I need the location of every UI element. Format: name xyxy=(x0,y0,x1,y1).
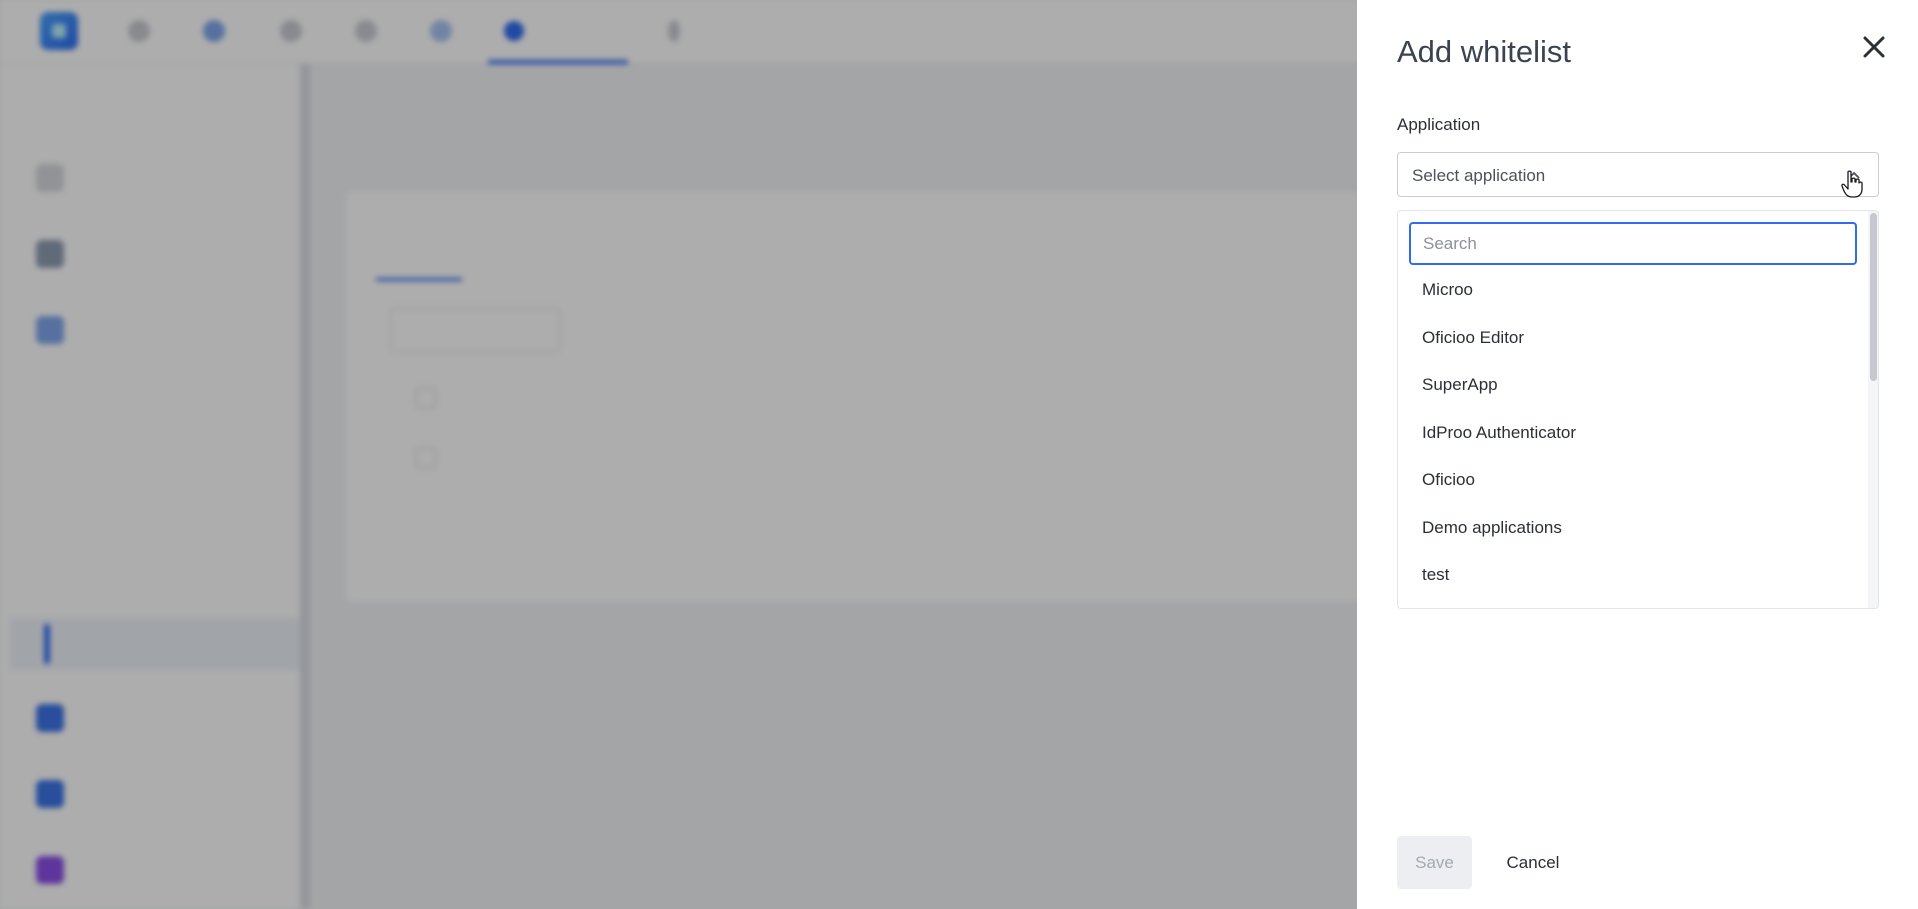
dropdown-option[interactable]: Oficioo xyxy=(1422,470,1475,490)
search-input[interactable] xyxy=(1409,222,1857,265)
dropdown-option[interactable]: Microo xyxy=(1422,280,1473,300)
close-icon xyxy=(1863,36,1885,58)
save-button[interactable]: Save xyxy=(1397,836,1472,889)
hand-cursor-icon xyxy=(1841,170,1863,198)
dropdown-option[interactable]: Demo applications xyxy=(1422,518,1562,538)
dropdown-option[interactable]: IdProo Authenticator xyxy=(1422,423,1576,443)
application-dropdown: Microo Oficioo Editor SuperApp IdProo Au… xyxy=(1397,210,1879,609)
cancel-button[interactable]: Cancel xyxy=(1493,836,1573,889)
close-button[interactable] xyxy=(1857,30,1891,64)
dropdown-scrollbar-thumb[interactable] xyxy=(1870,213,1877,381)
add-whitelist-drawer: Add whitelist Application Select applica… xyxy=(1357,0,1918,909)
application-field-label: Application xyxy=(1397,115,1481,134)
dropdown-option[interactable]: Oficioo Editor xyxy=(1422,328,1524,348)
select-placeholder: Select application xyxy=(1412,166,1546,185)
application-select[interactable]: Select application xyxy=(1397,152,1879,197)
dropdown-option[interactable]: SuperApp xyxy=(1422,375,1498,395)
drawer-title: Add whitelist xyxy=(1397,34,1572,69)
dropdown-option[interactable]: test xyxy=(1422,565,1449,585)
